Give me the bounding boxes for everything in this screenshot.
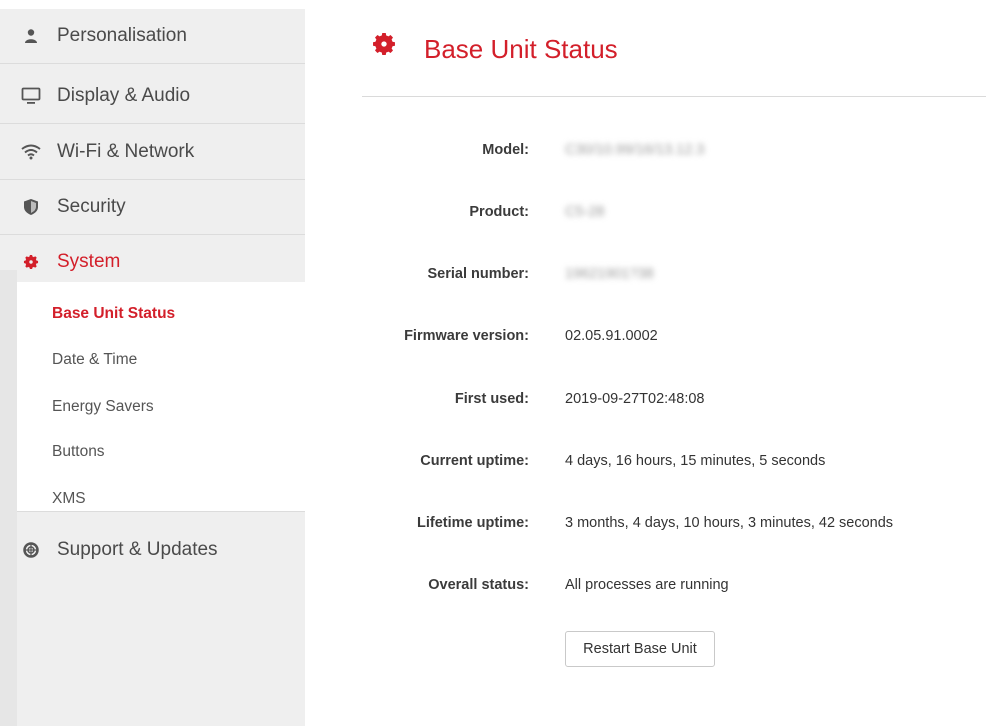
status-row-overall-status: Overall status: All processes are runnin… — [362, 575, 986, 599]
sidebar-item-display-audio[interactable]: Display & Audio — [0, 69, 305, 124]
status-label: Overall status: — [428, 577, 529, 593]
page-title: Base Unit Status — [424, 34, 618, 64]
subnav-item-buttons[interactable]: Buttons — [52, 443, 105, 461]
status-label: First used: — [454, 391, 529, 407]
status-row-product: Product: C5-28 — [362, 202, 986, 226]
restart-base-unit-button[interactable]: Restart Base Unit — [565, 631, 715, 667]
subnav-item-energy-savers[interactable]: Energy Savers — [52, 398, 154, 416]
status-value: All processes are running — [565, 577, 729, 593]
sidebar-item-security[interactable]: Security — [0, 180, 305, 235]
sidebar-item-label: Wi-Fi & Network — [57, 141, 195, 162]
status-row-lifetime-uptime: Lifetime uptime: 3 months, 4 days, 10 ho… — [362, 513, 986, 537]
status-label: Model: — [482, 142, 529, 158]
status-label: Lifetime uptime: — [417, 515, 529, 531]
shield-icon — [20, 196, 42, 218]
status-row-current-uptime: Current uptime: 4 days, 16 hours, 15 min… — [362, 451, 986, 475]
status-value: 3 months, 4 days, 10 hours, 3 minutes, 4… — [565, 515, 894, 531]
status-row-first-used: First used: 2019-09-27T02:48:08 — [362, 389, 986, 413]
status-label: Serial number: — [427, 266, 529, 282]
status-value: C30/10.99/16/13.12.3 — [565, 142, 705, 158]
status-value: 19621901?38 — [565, 266, 654, 282]
sidebar-item-label: Display & Audio — [57, 85, 191, 106]
sidebar-item-label: Support & Updates — [57, 538, 218, 560]
person-icon — [20, 25, 42, 47]
status-value: 2019-09-27T02:48:08 — [565, 391, 705, 407]
sidebar-item-personalisation[interactable]: Personalisation — [0, 9, 305, 64]
status-row-firmware: Firmware version: 02.05.91.0002 — [362, 326, 986, 350]
status-row-serial: Serial number: 19621901?38 — [362, 264, 986, 288]
status-label: Firmware version: — [404, 328, 529, 344]
sidebar-item-label: System — [57, 251, 121, 272]
page-header: Base Unit Status — [362, 24, 986, 97]
subnav-item-xms[interactable]: XMS — [52, 490, 86, 508]
sidebar-item-label: Security — [57, 196, 126, 217]
wifi-icon — [20, 141, 42, 163]
sidebar-item-label: Personalisation — [57, 25, 187, 46]
sidebar-edge — [0, 270, 17, 726]
status-row-model: Model: C30/10.99/16/13.12.3 — [362, 140, 986, 164]
subnav-item-base-unit-status[interactable]: Base Unit Status — [52, 305, 175, 323]
status-value: 4 days, 16 hours, 15 minutes, 5 seconds — [565, 453, 826, 469]
monitor-icon — [20, 85, 42, 107]
gear-icon — [20, 251, 42, 273]
subnav-item-date-time[interactable]: Date & Time — [52, 351, 137, 369]
status-value: C5-28 — [565, 204, 605, 220]
status-label: Current uptime: — [420, 453, 529, 469]
gear-icon — [370, 30, 398, 58]
status-value: 02.05.91.0002 — [565, 328, 658, 344]
sidebar-item-support-updates[interactable]: Support & Updates — [0, 522, 305, 577]
system-subnav: Base Unit Status Date & Time Energy Save… — [17, 282, 305, 512]
lifebuoy-icon — [20, 539, 42, 561]
status-label: Product: — [469, 204, 529, 220]
sidebar-item-wifi-network[interactable]: Wi-Fi & Network — [0, 125, 305, 180]
